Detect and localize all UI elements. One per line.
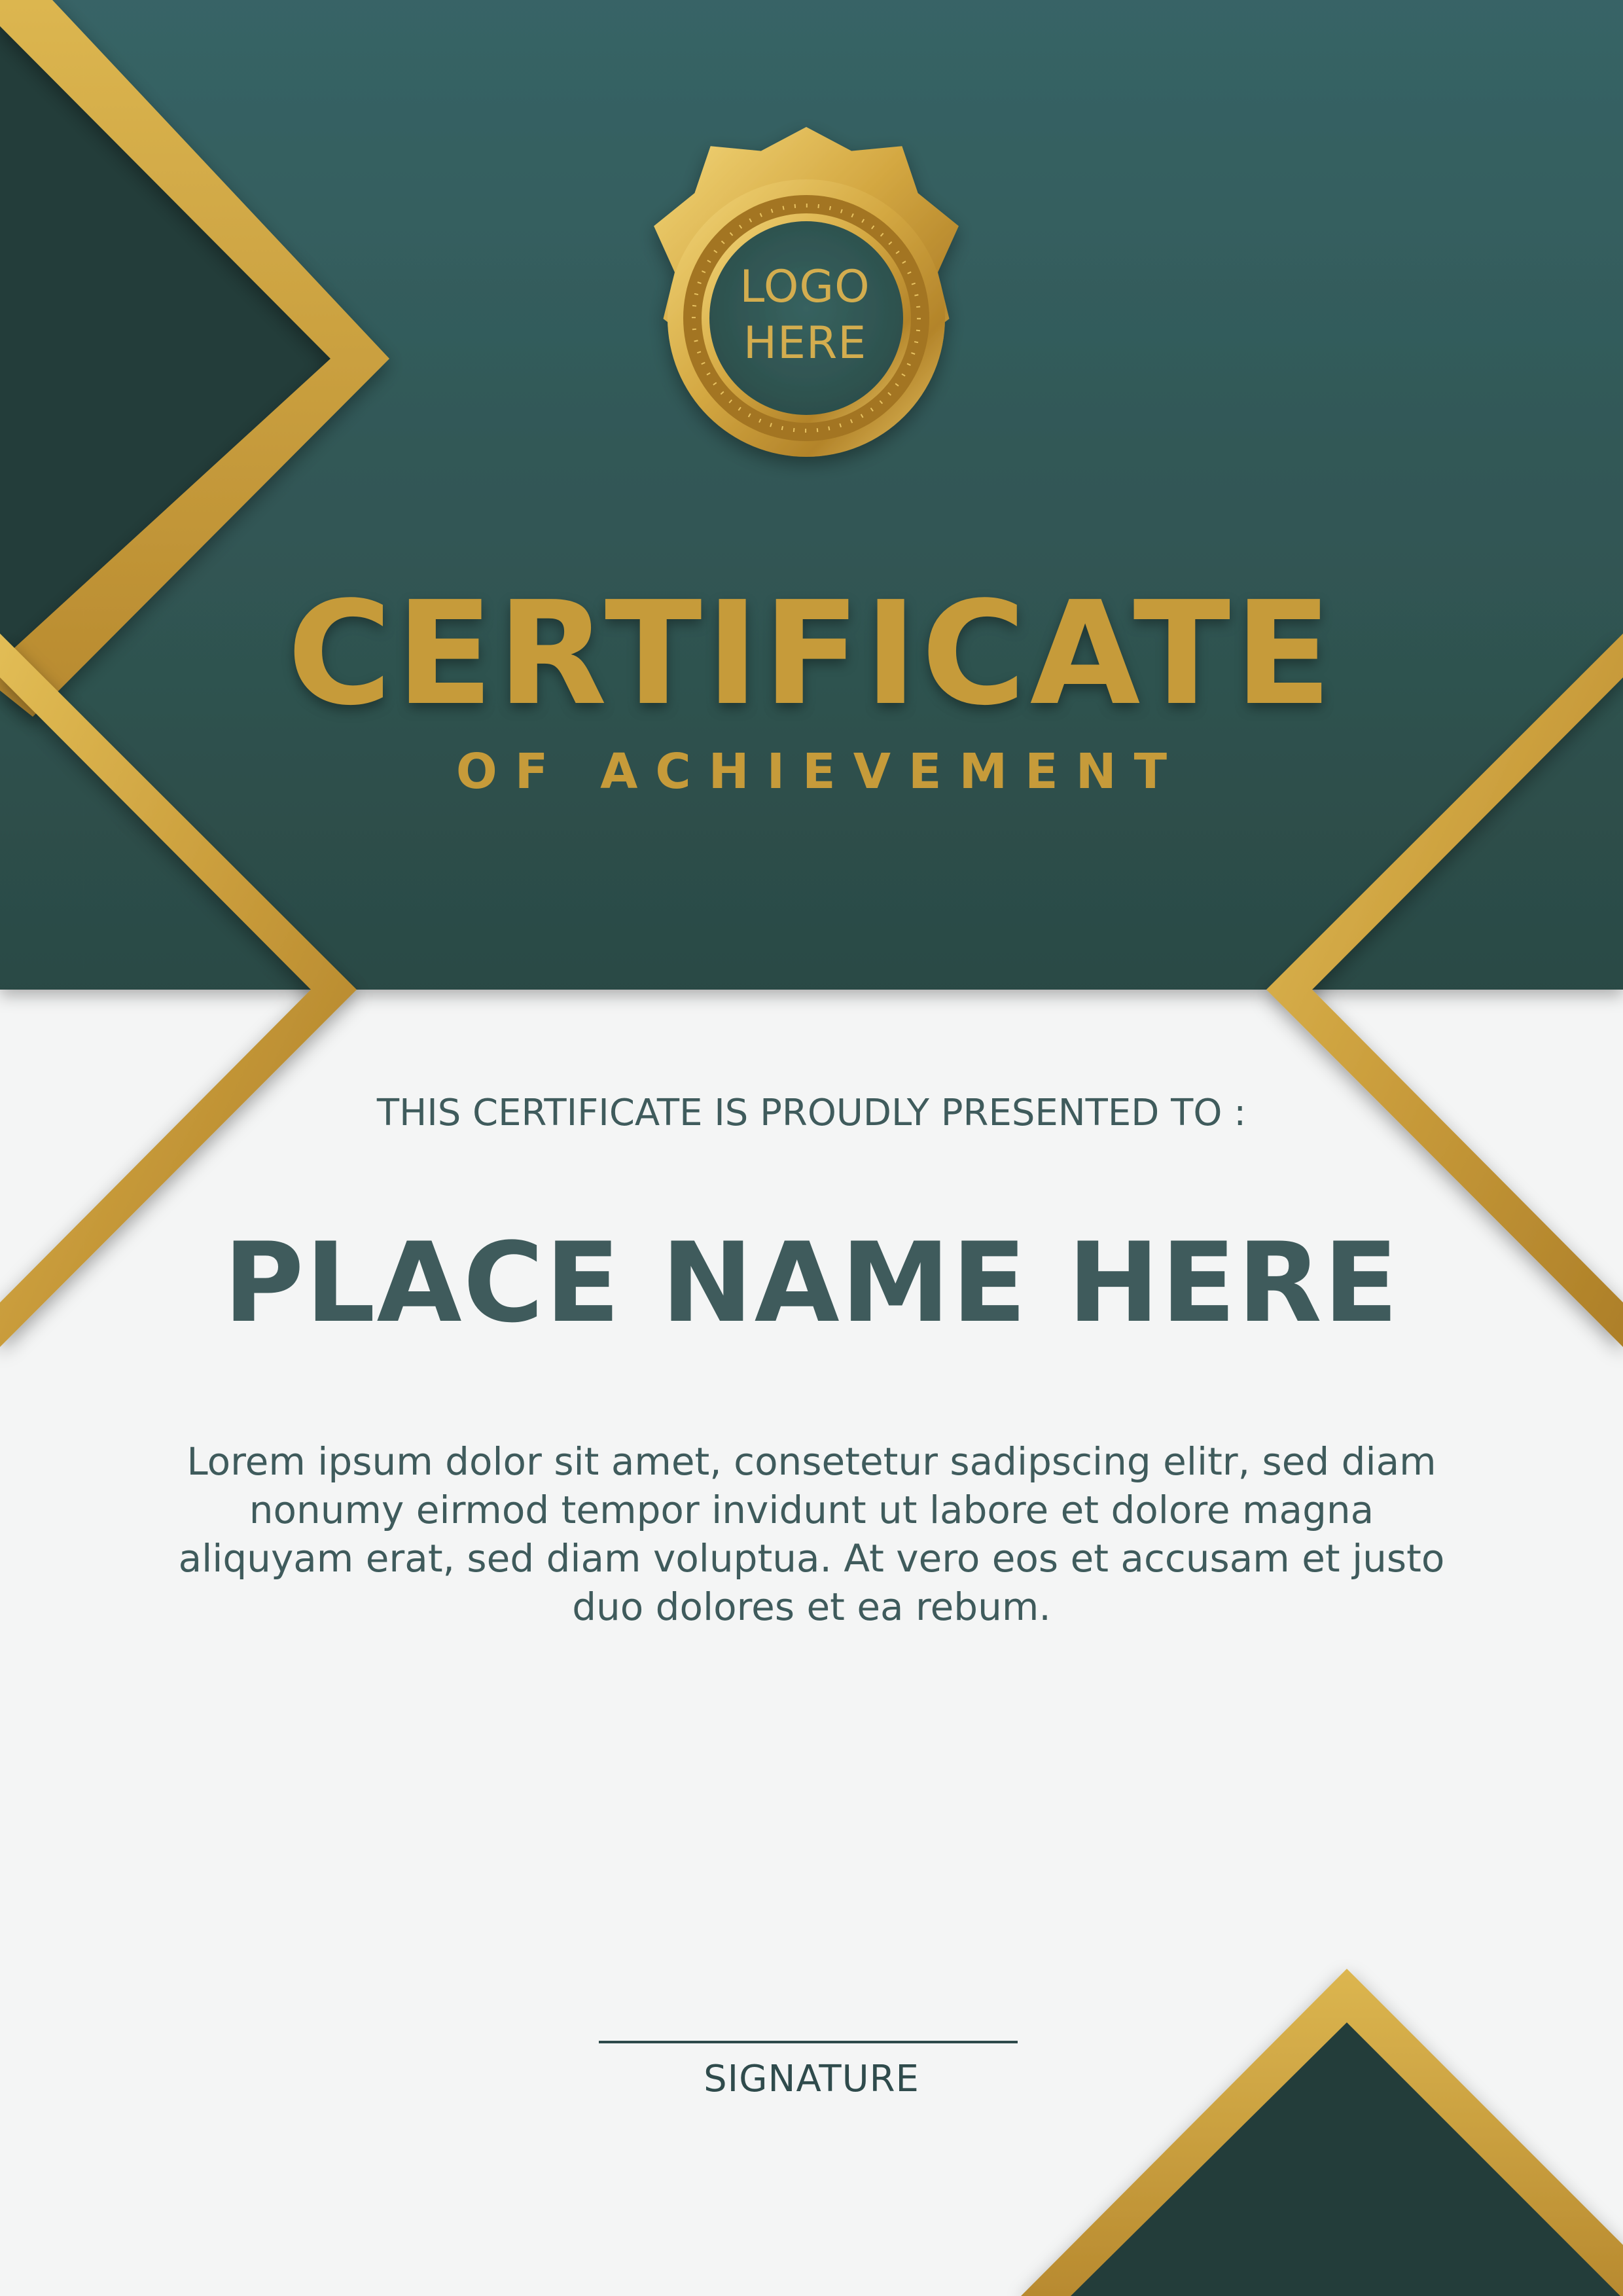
logo-placeholder-line-1: LOGO: [740, 261, 870, 313]
signature-line: [599, 2041, 1018, 2043]
certificate-page: LOGO HERE CERTIFICATE OF ACHIEVEMENT THI…: [0, 0, 1623, 2296]
signature-label: SIGNATURE: [704, 2058, 919, 2100]
certificate-subtitle: OF ACHIEVEMENT: [455, 744, 1185, 800]
logo-placeholder-line-2: HERE: [743, 317, 867, 369]
recipient-name: PLACE NAME HERE: [223, 1219, 1400, 1347]
presented-to-text: THIS CERTIFICATE IS PROUDLY PRESENTED TO…: [376, 1092, 1247, 1134]
certificate-title: CERTIFICATE: [287, 571, 1336, 737]
certificate-description: Lorem ipsum dolor sit amet, consetetur s…: [178, 1439, 1445, 1629]
